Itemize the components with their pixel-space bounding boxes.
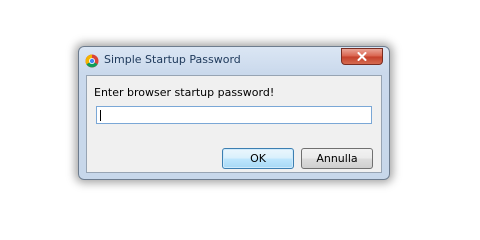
ok-button[interactable]: OK (222, 148, 294, 169)
cancel-button[interactable]: Annulla (301, 148, 373, 169)
close-button[interactable] (341, 48, 383, 65)
chrome-icon (85, 53, 99, 68)
dialog-body: Enter browser startup password! OK Annul… (86, 75, 382, 173)
password-input[interactable] (96, 106, 372, 124)
prompt-label: Enter browser startup password! (94, 86, 275, 99)
title-bar[interactable]: Simple Startup Password (79, 47, 389, 75)
close-icon (357, 52, 367, 61)
text-caret (100, 110, 101, 121)
window-title: Simple Startup Password (104, 53, 241, 66)
password-dialog: Simple Startup Password Enter browser st… (78, 46, 390, 180)
